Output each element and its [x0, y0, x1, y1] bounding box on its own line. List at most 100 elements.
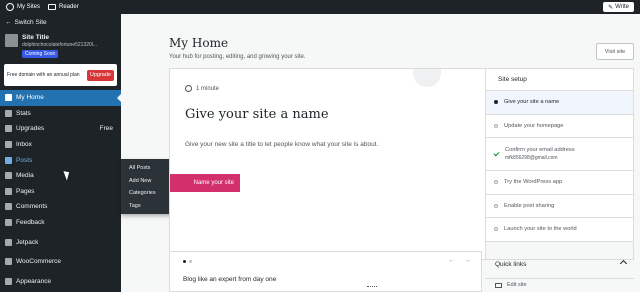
todo-step-dot	[494, 180, 498, 185]
pages-icon	[5, 187, 12, 195]
sidebar-item-label: Media	[16, 172, 34, 180]
site-setup-heading: Site setup	[486, 69, 633, 91]
sidebar: ← Switch Site Site Title dolphinchocolat…	[0, 14, 121, 292]
arrow-left-icon[interactable]: ←	[448, 257, 455, 264]
current-step-dot	[494, 100, 498, 105]
sidebar-item-media[interactable]: Media	[0, 168, 121, 184]
sidebar-item-upgrades[interactable]: Upgrades Free	[0, 121, 121, 137]
feedback-icon	[5, 219, 12, 227]
sidebar-nav: My Home Stats Upgrades Free Inbox Posts …	[0, 90, 121, 289]
stats-icon	[5, 109, 12, 117]
blog-tips-card: ← → Blog like an expert from day one	[169, 251, 482, 292]
setup-step-label: Launch your site to the world	[504, 226, 577, 233]
setup-step-site-name[interactable]: Give your site a name	[486, 91, 633, 115]
quick-links-panel: Quick links Edit site	[485, 251, 634, 292]
free-badge: Free	[99, 125, 113, 133]
sidebar-item-label: Inbox	[16, 141, 32, 149]
pencil-icon: ✎	[608, 4, 614, 11]
coming-soon-badge: Coming Soon	[22, 50, 59, 58]
my-sites-label: My Sites	[17, 4, 41, 10]
wordpress-icon	[6, 3, 14, 11]
sidebar-item-label: Upgrades	[16, 125, 45, 133]
sidebar-item-posts[interactable]: Posts	[0, 152, 121, 168]
quick-link-label: Edit site	[507, 282, 527, 288]
domain-upsell[interactable]: Free domain with an annual plan Upgrade	[4, 64, 117, 86]
sidebar-item-label: Jetpack	[16, 238, 39, 246]
site-setup-checklist: Site setup Give your site a name Update …	[485, 69, 633, 259]
jetpack-icon	[5, 238, 12, 246]
blog-card-title: Blog like an expert from day one	[183, 276, 277, 283]
sidebar-item-my-home[interactable]: My Home	[0, 90, 121, 106]
carousel-arrows: ← →	[448, 257, 471, 264]
clock-icon	[185, 85, 192, 92]
woocommerce-icon	[5, 258, 12, 266]
todo-step-dot	[494, 123, 498, 128]
sidebar-item-comments[interactable]: Comments	[0, 199, 121, 215]
sidebar-item-label: Stats	[16, 109, 31, 117]
carousel-dots[interactable]	[183, 260, 192, 263]
quick-links-heading: Quick links	[495, 261, 527, 268]
name-your-site-button[interactable]: Name your site	[170, 174, 240, 192]
checkmark-icon	[493, 150, 500, 156]
sidebar-item-pages[interactable]: Pages	[0, 184, 121, 200]
setup-step-label: Confirm your email address	[505, 147, 575, 153]
setup-step-app[interactable]: Try the WordPress app	[486, 171, 633, 195]
page-title: My Home	[169, 36, 229, 50]
setup-step-sharing[interactable]: Enable post sharing	[486, 194, 633, 218]
page-subtitle: Your hub for posting, editing, and growi…	[169, 54, 306, 60]
inbox-icon	[5, 141, 12, 149]
site-logo	[5, 34, 18, 47]
main-content: My Home Your hub for posting, editing, a…	[121, 14, 640, 292]
decorative-dots-icon	[367, 286, 377, 292]
task-card: 1 minute Give your site a name Give your…	[169, 68, 634, 260]
sidebar-item-stats[interactable]: Stats	[0, 106, 121, 122]
switch-site-label: Switch Site	[14, 18, 47, 26]
reader-icon	[48, 4, 57, 10]
sidebar-item-label: Comments	[16, 203, 48, 211]
my-sites-link[interactable]: My Sites	[6, 3, 40, 11]
setup-step-confirm-email[interactable]: Confirm your email address mfk856298@gma…	[486, 138, 633, 171]
upgrade-button[interactable]: Upgrade	[86, 69, 114, 81]
sidebar-item-woocommerce[interactable]: WooCommerce	[0, 254, 121, 270]
sidebar-item-label: Pages	[16, 187, 35, 195]
setup-step-email: mfk856298@gmail.com	[505, 155, 558, 161]
reader-link[interactable]: Reader	[48, 4, 79, 10]
task-description: Give your new site a title to let people…	[185, 141, 379, 148]
duration-label: 1 minute	[196, 85, 220, 92]
top-bar: My Sites Reader ✎ Write	[0, 0, 640, 14]
setup-step-label: Update your homepage	[504, 122, 564, 129]
switch-site-link[interactable]: ← Switch Site	[0, 14, 121, 30]
write-button[interactable]: ✎ Write	[603, 2, 634, 12]
setup-step-label: Give your site a name	[504, 99, 560, 106]
home-icon	[5, 94, 12, 102]
setup-step-homepage[interactable]: Update your homepage	[486, 114, 633, 138]
sidebar-item-label: Posts	[16, 156, 33, 164]
arrow-right-icon[interactable]: →	[464, 257, 471, 264]
site-title: Site Title	[22, 34, 49, 41]
sidebar-item-inbox[interactable]: Inbox	[0, 137, 121, 153]
reader-label: Reader	[59, 4, 79, 10]
sidebar-item-feedback[interactable]: Feedback	[0, 215, 121, 231]
chevron-up-icon[interactable]	[619, 259, 628, 268]
site-url: dolphinchocolatefortune521320l...	[22, 42, 98, 48]
media-icon	[5, 172, 12, 180]
visit-site-button[interactable]: Visit site	[596, 43, 634, 60]
task-duration: 1 minute	[185, 85, 219, 92]
pin-icon	[5, 156, 12, 164]
comments-icon	[5, 203, 12, 211]
setup-step-launch[interactable]: Launch your site to the world	[486, 218, 633, 242]
setup-step-label: Try the WordPress app	[504, 179, 563, 186]
quick-link-edit-site[interactable]: Edit site	[495, 282, 527, 288]
todo-step-dot	[494, 203, 498, 208]
upgrades-icon	[5, 125, 12, 133]
task-title: Give your site a name	[185, 107, 329, 122]
todo-step-dot	[494, 227, 498, 232]
write-label: Write	[615, 4, 629, 10]
sidebar-item-label: Appearance	[16, 277, 52, 285]
sidebar-item-jetpack[interactable]: Jetpack	[0, 234, 121, 250]
edit-site-icon	[495, 282, 502, 288]
sidebar-item-label: WooCommerce	[16, 258, 62, 266]
site-card[interactable]: Site Title dolphinchocolatefortune521320…	[0, 30, 121, 62]
sidebar-item-appearance[interactable]: Appearance	[0, 274, 121, 290]
task-illustration	[413, 69, 441, 87]
